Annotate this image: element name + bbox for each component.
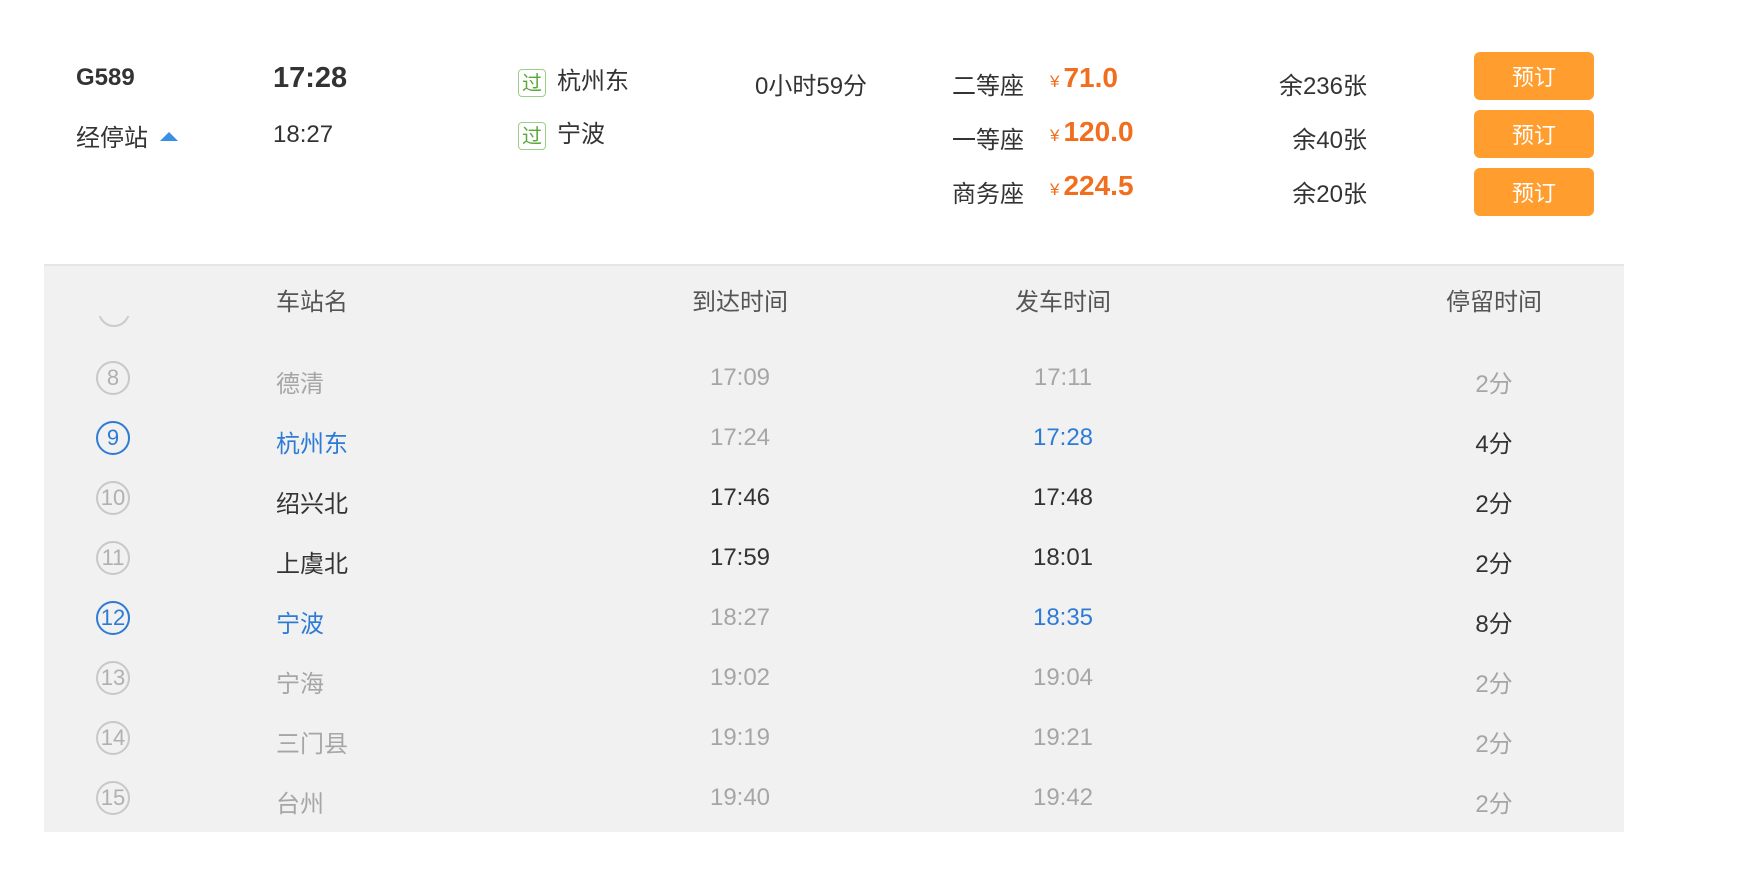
departure-time: 19:04 [1032,664,1094,691]
book-button-second-class[interactable]: 预订 [1474,52,1594,100]
stop-number: 13 [96,661,130,695]
departure-time: 17:11 [1033,364,1093,391]
seat-remaining: 余40张 [1292,127,1367,154]
stop-number: 8 [96,361,130,395]
stop-number: 12 [96,601,130,635]
to-station: 过宁波 [518,114,605,150]
price-value: 224.5 [1063,170,1134,201]
station-name: 上虞北 [276,551,348,578]
station-name: 三门县 [276,731,348,758]
currency-symbol: ¥ [1050,180,1060,199]
departure-time: 18:35 [1032,604,1094,631]
stay-time: 8分 [1475,611,1513,638]
header-departure: 发车时间 [1015,289,1111,316]
station-name: 宁海 [276,671,324,698]
to-station-name: 宁波 [557,121,605,148]
table-row: 11 上虞北 17:59 18:01 2分 [44,528,1624,588]
stay-time: 2分 [1475,671,1513,698]
stay-time: 2分 [1475,551,1513,578]
station-name: 德清 [276,371,324,398]
seat-remaining: 余236张 [1278,73,1367,100]
arrival-time: 19:19 [709,724,771,751]
departure-time: 18:01 [1032,544,1094,571]
table-row: 8 德清 17:09 17:11 2分 [44,348,1624,408]
station-name: 台州 [276,791,324,818]
trip-duration: 0小时59分 [755,73,868,100]
table-row: 12 宁波 18:27 18:35 8分 [44,588,1624,648]
table-row: 13 宁海 19:02 19:04 2分 [44,648,1624,708]
stay-time: 2分 [1475,491,1513,518]
arrival-time: 19:40 [709,784,771,811]
seat-class-name: 商务座 [952,181,1024,208]
departure-time: 17:48 [1032,484,1094,511]
seat-price: ¥224.5 [1050,170,1134,202]
book-button-first-class[interactable]: 预订 [1474,110,1594,158]
table-row: 14 三门县 19:19 19:21 2分 [44,708,1624,768]
price-value: 71.0 [1063,62,1118,93]
seat-price: ¥71.0 [1050,62,1118,94]
arrival-time: 19:02 [709,664,771,691]
pass-badge-icon: 过 [518,121,546,150]
seat-class-name: 二等座 [952,73,1024,100]
book-button-business-class[interactable]: 预订 [1474,168,1594,216]
train-number: G589 [76,64,135,91]
header-arrival: 到达时间 [692,289,788,316]
table-row: 15 台州 19:40 19:42 2分 [44,768,1624,828]
departure-time: 17:28 [1032,424,1094,451]
stop-number: 9 [96,421,130,455]
station-name: 杭州东 [276,431,348,458]
table-row: 10 绍兴北 17:46 17:48 2分 [44,468,1624,528]
departure-time: 19:21 [1032,724,1094,751]
stops-toggle[interactable]: 经停站 [76,118,178,153]
stay-time: 4分 [1475,431,1513,458]
stay-time: 2分 [1475,731,1513,758]
price-value: 120.0 [1063,116,1134,147]
currency-symbol: ¥ [1050,72,1060,91]
stops-toggle-label: 经停站 [76,125,148,152]
stay-time: 2分 [1475,791,1513,818]
stop-number: 14 [96,721,130,755]
arrival-time: 17:09 [709,364,771,391]
table-row: 9 杭州东 17:24 17:28 4分 [44,408,1624,468]
departure-time: 17:28 [273,62,348,94]
stop-number: 11 [96,541,130,575]
stay-time: 2分 [1475,371,1513,398]
station-name: 绍兴北 [276,491,348,518]
arrival-time: 18:27 [273,121,334,148]
train-summary: G589 经停站 17:28 18:27 过杭州东 过宁波 0小时59分 二等座… [0,0,1752,260]
stop-number: 15 [96,781,130,815]
stop-number: 10 [96,481,130,515]
arrival-time: 18:27 [709,604,771,631]
currency-symbol: ¥ [1050,126,1060,145]
from-station: 过杭州东 [518,61,629,97]
seat-class-name: 一等座 [952,127,1024,154]
station-name: 宁波 [276,611,324,638]
from-station-name: 杭州东 [557,68,629,95]
seat-remaining: 余20张 [1292,181,1367,208]
seat-price: ¥120.0 [1050,116,1134,148]
arrival-time: 17:24 [709,424,771,451]
caret-up-icon [160,132,178,142]
arrival-time: 17:46 [709,484,771,511]
header-station: 车站名 [276,289,348,316]
departure-time: 19:42 [1032,784,1094,811]
scroll-mask [84,266,164,316]
stops-table[interactable]: 车站名 到达时间 发车时间 停留时间 8 德清 17:09 17:11 2分 9… [44,264,1624,832]
header-stay: 停留时间 [1446,289,1542,316]
arrival-time: 17:59 [709,544,771,571]
pass-badge-icon: 过 [518,68,546,97]
